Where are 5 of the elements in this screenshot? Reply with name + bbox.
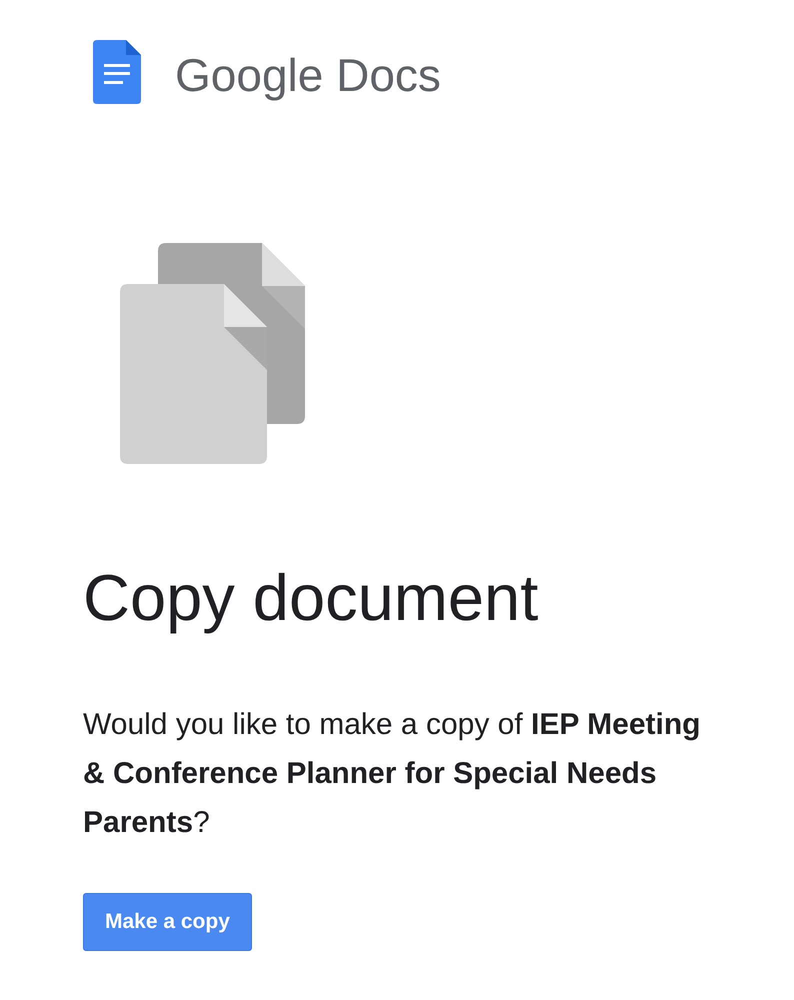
product-name: Google Docs [175, 52, 441, 98]
page-title: Copy document [83, 561, 540, 635]
make-copy-button[interactable]: Make a copy [83, 893, 252, 951]
document-icon [93, 40, 141, 104]
copy-prompt: Would you like to make a copy of IEP Meeting & Conference Planner for Special Needs Parents? [83, 707, 702, 841]
